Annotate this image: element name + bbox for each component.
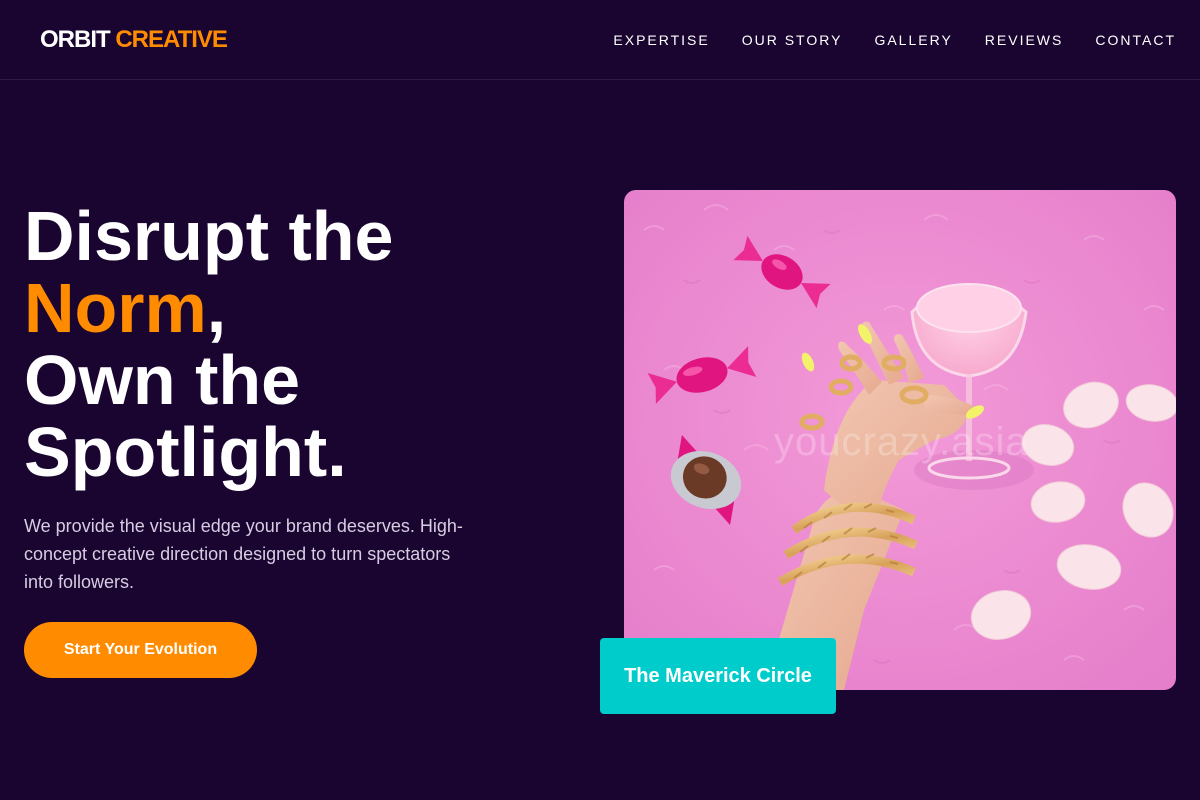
hero-image: youcrazy.asia <box>624 190 1176 690</box>
maverick-circle-card[interactable]: The Maverick Circle <box>600 638 836 714</box>
main-nav: EXPERTISE OUR STORY GALLERY REVIEWS CONT… <box>613 32 1176 48</box>
nav-link-contact[interactable]: CONTACT <box>1095 32 1176 48</box>
nav-link-reviews[interactable]: REVIEWS <box>985 32 1064 48</box>
headline-line-3: Own the <box>24 341 301 419</box>
hero-headline: Disrupt the Norm, Own the Spotlight. <box>24 200 544 488</box>
headline-accent-word: Norm <box>24 269 207 347</box>
nav-link-expertise[interactable]: EXPERTISE <box>613 32 709 48</box>
headline-line-4: Spotlight. <box>24 413 347 491</box>
hero-content: Disrupt the Norm, Own the Spotlight. We … <box>24 200 544 678</box>
logo-text-accent: CREATIVE <box>115 25 228 53</box>
site-header: ORBIT CREATIVE EXPERTISE OUR STORY GALLE… <box>0 0 1200 80</box>
headline-line-1: Disrupt the <box>24 197 394 275</box>
nav-link-gallery[interactable]: GALLERY <box>874 32 952 48</box>
logo-text-primary: ORBIT <box>40 25 111 53</box>
logo[interactable]: ORBIT CREATIVE <box>40 25 228 54</box>
nav-link-our-story[interactable]: OUR STORY <box>742 32 843 48</box>
headline-comma: , <box>206 269 227 347</box>
start-evolution-button[interactable]: Start Your Evolution <box>24 622 257 678</box>
image-watermark: youcrazy.asia <box>774 420 1029 464</box>
hero-subtitle: We provide the visual edge your brand de… <box>24 516 463 592</box>
